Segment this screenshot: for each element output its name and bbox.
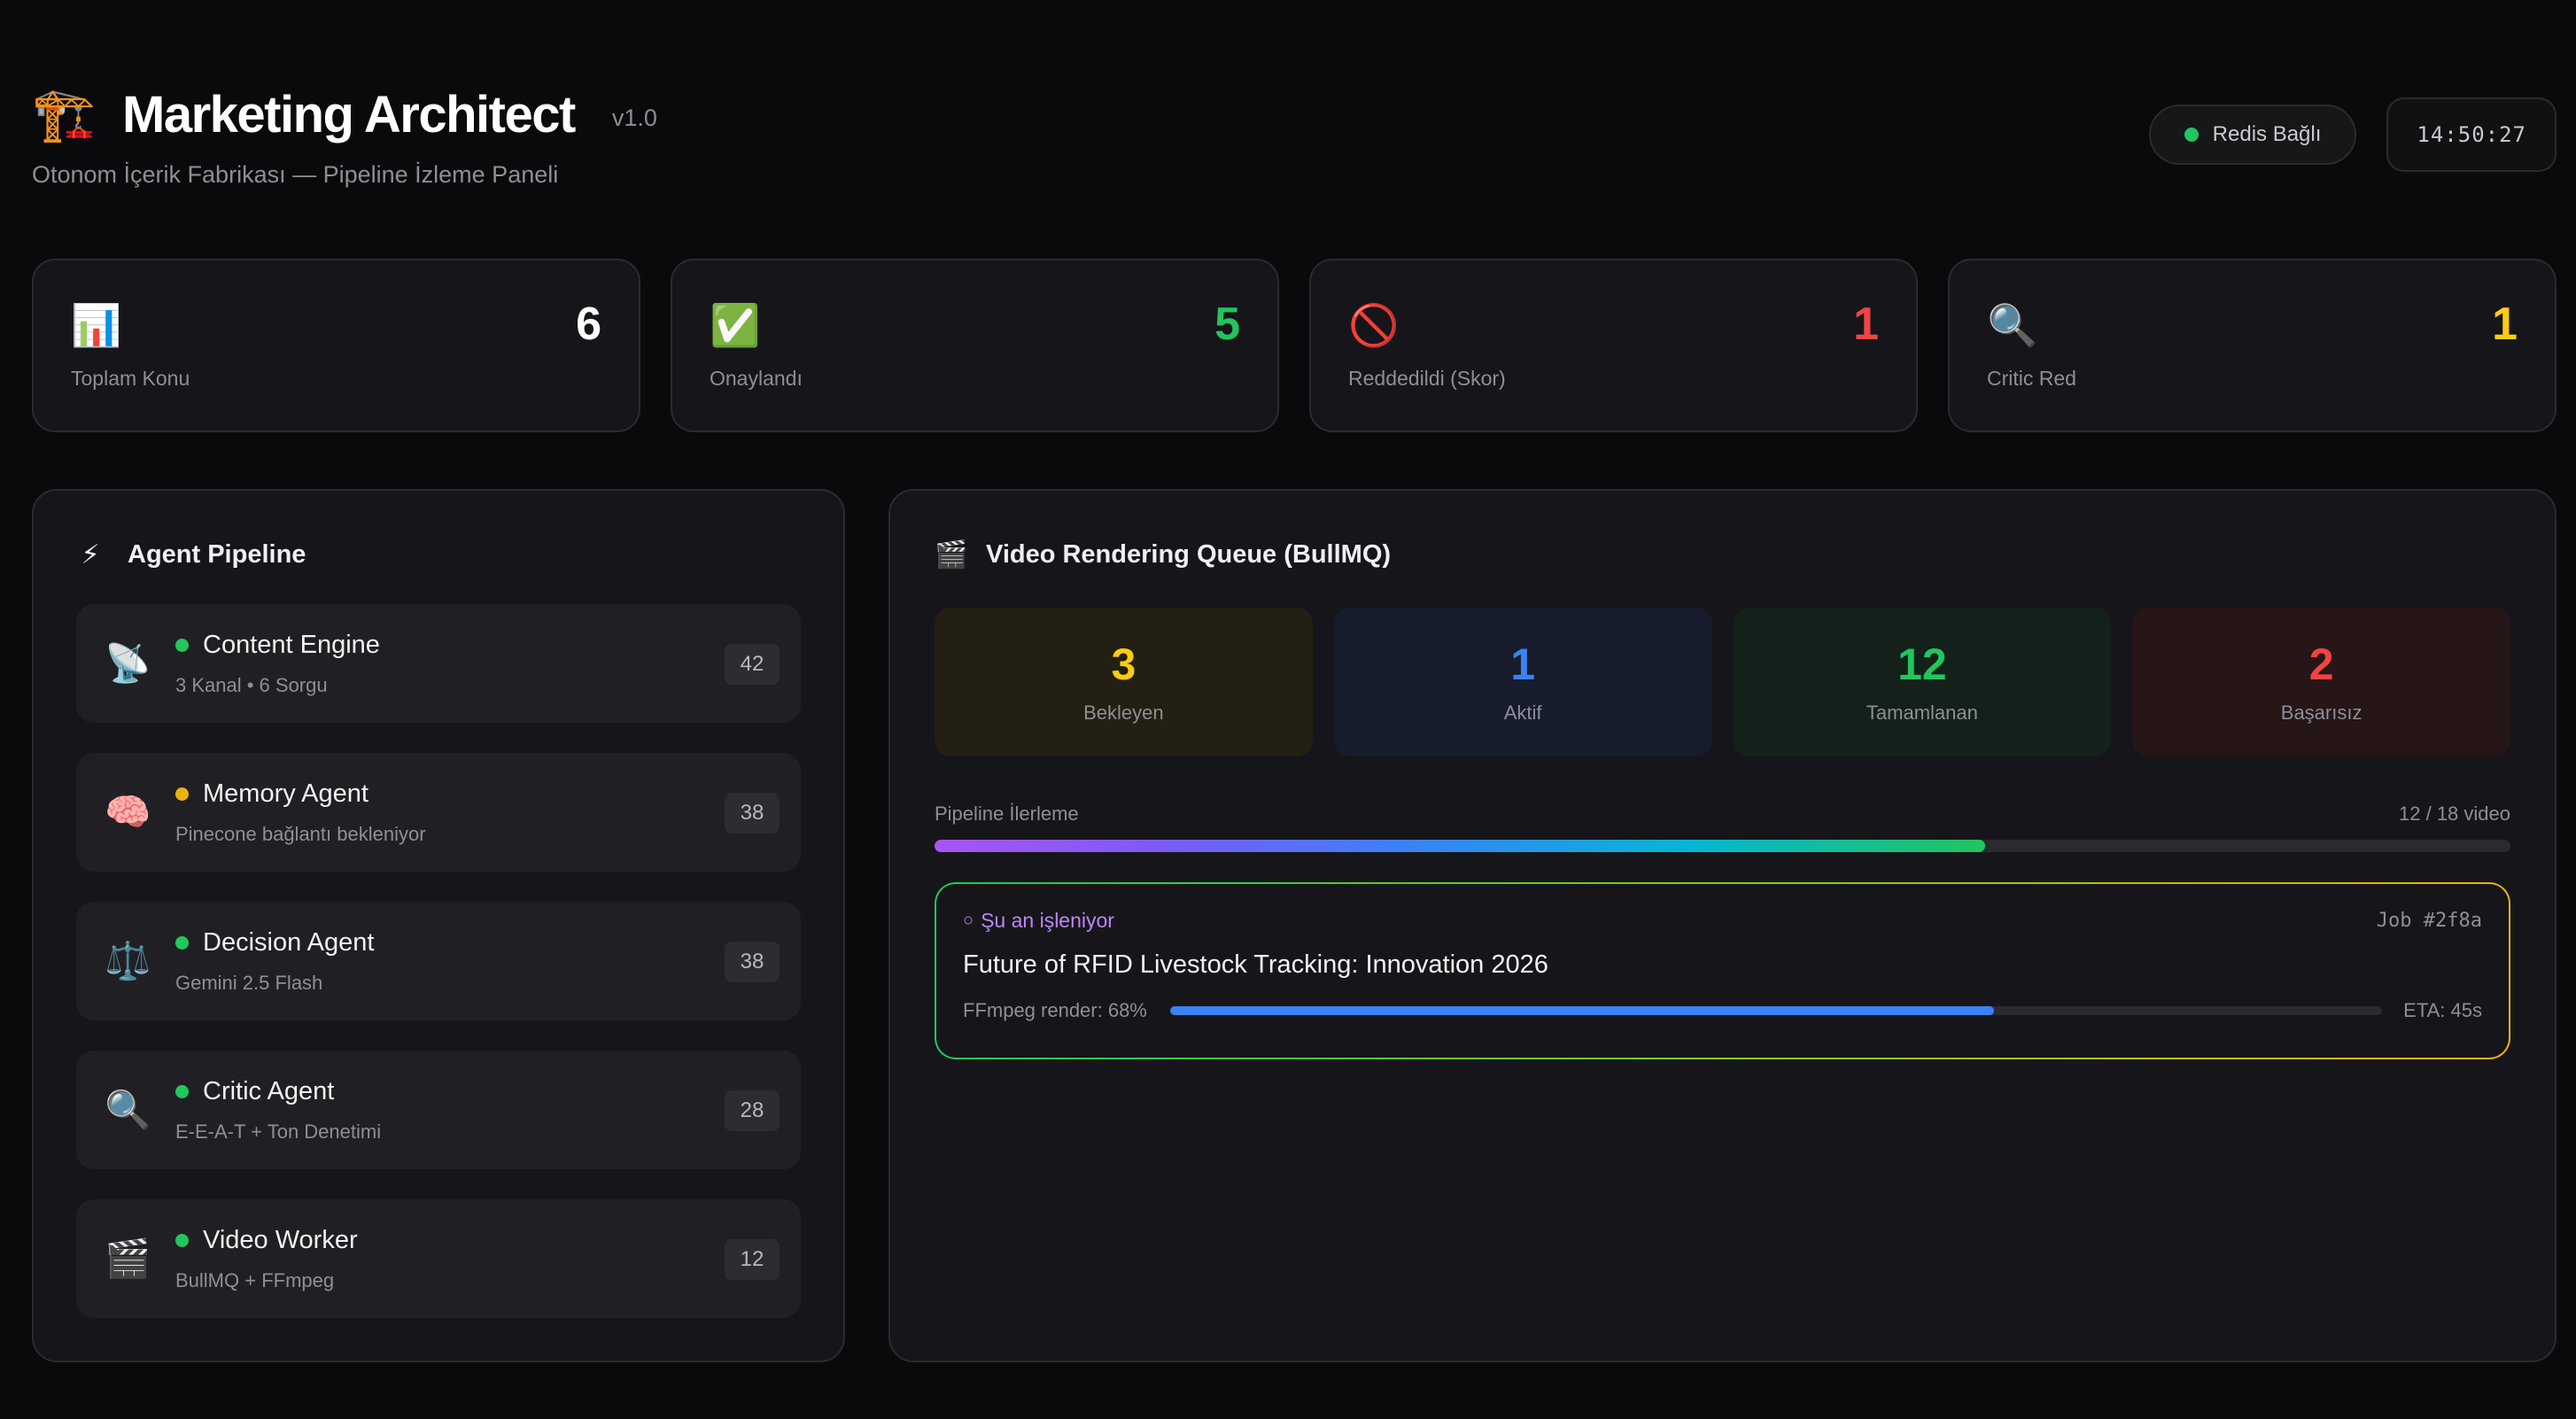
agent-item-critic-agent[interactable]: 🔍 Critic Agent E-E-A-T + Ton Denetimi 28 (76, 1051, 801, 1169)
queue-stats: 3 Bekleyen 1 Aktif 12 Tamamlanan 2 Başar… (935, 608, 2510, 756)
redis-status-badge: Redis Bağlı (2148, 105, 2357, 165)
stat-value: 5 (1214, 299, 1240, 350)
clapper-icon: 🎬 (105, 1237, 151, 1279)
agent-status-dot (175, 1084, 189, 1098)
current-job-card[interactable]: ○ Şu an işleniyor Job #2f8a Future of RF… (935, 882, 2510, 1059)
panel-title: ⚡ Agent Pipeline (76, 528, 801, 581)
check-icon: ✅ (710, 302, 761, 348)
pipeline-progress-bar (935, 840, 2510, 852)
spinner-icon: ○ (963, 911, 974, 930)
status-dot-icon (2184, 128, 2199, 142)
pipeline-progress-fill (935, 840, 1986, 852)
bar-chart-icon: 📊 (71, 302, 122, 348)
queue-box-failed: 2 Başarısız (2132, 608, 2510, 756)
agent-status-dot (175, 1233, 189, 1247)
stat-card-total: 📊 6 Toplam Konu (32, 259, 640, 432)
job-status: ○ Şu an işleniyor (963, 909, 1114, 933)
clapper-icon: 🎬 (935, 539, 968, 570)
stat-value: 1 (1853, 299, 1879, 350)
satellite-icon: 📡 (105, 641, 151, 684)
agent-item-memory-agent[interactable]: 🧠 Memory Agent Pinecone bağlantı bekleni… (76, 753, 801, 872)
agent-description: E-E-A-T + Ton Denetimi (175, 1120, 382, 1143)
queue-label: Başarısız (2280, 702, 2363, 724)
job-render-text: FFmpeg render: 68% (963, 999, 1147, 1021)
stat-card-rejected: 🚫 1 Reddedildi (Skor) (1309, 259, 1918, 432)
stat-value: 1 (2492, 299, 2518, 350)
header-status: Redis Bağlı 14:50:27 (2148, 97, 2557, 172)
queue-box-completed: 12 Tamamlanan (1733, 608, 2112, 756)
agent-description: Gemini 2.5 Flash (175, 971, 323, 994)
agent-status-dot (175, 935, 189, 950)
stat-card-approved: ✅ 5 Onaylandı (671, 259, 1279, 432)
magnifier-icon: 🔍 (105, 1088, 151, 1130)
queue-label: Bekleyen (1083, 702, 1164, 724)
agent-count-badge: 42 (725, 644, 780, 685)
agent-count-badge: 12 (725, 1239, 780, 1280)
pipeline-progress-label: Pipeline İlerleme (935, 803, 1079, 825)
queue-label: Tamamlanan (1866, 702, 1978, 724)
brain-icon: 🧠 (105, 790, 151, 833)
redis-status-text: Redis Bağlı (2212, 122, 2322, 146)
stats-row: 📊 6 Toplam Konu ✅ 5 Onaylandı 🚫 1 Redded… (32, 259, 2557, 432)
queue-count: 1 (1510, 640, 1536, 689)
agent-pipeline-title: Agent Pipeline (128, 539, 306, 569)
queue-label: Aktif (1503, 702, 1542, 724)
job-eta: ETA: 45s (2403, 999, 2482, 1021)
queue-box-active: 1 Aktif (1333, 608, 1712, 756)
magnifier-icon: 🔍 (1987, 302, 2038, 348)
stat-card-critic-red: 🔍 1 Critic Red (1948, 259, 2557, 432)
video-queue-panel: 🎬 Video Rendering Queue (BullMQ) 3 Bekle… (888, 489, 2557, 1362)
agent-name: Critic Agent (203, 1076, 335, 1105)
queue-count: 2 (2308, 640, 2334, 689)
construction-crane-icon: 🏗️ (32, 86, 97, 143)
clock: 14:50:27 (2386, 97, 2557, 172)
queue-count: 3 (1111, 640, 1137, 689)
agent-description: 3 Kanal • 6 Sorgu (175, 673, 328, 696)
panel-title: 🎬 Video Rendering Queue (BullMQ) (935, 528, 2510, 581)
agent-status-dot (175, 787, 189, 801)
job-progress-bar (1169, 1006, 2383, 1015)
scales-icon: ⚖️ (105, 939, 151, 981)
job-status-text: Şu an işleniyor (981, 909, 1114, 932)
agent-name: Content Engine (203, 630, 380, 659)
agent-count-badge: 28 (725, 1090, 780, 1131)
queue-box-waiting: 3 Bekleyen (935, 608, 1313, 756)
agent-name: Memory Agent (203, 779, 369, 808)
agent-count-badge: 38 (725, 793, 780, 834)
app-title: Marketing Architect (122, 86, 576, 143)
prohibited-icon: 🚫 (1348, 302, 1400, 348)
stat-label: Onaylandı (710, 367, 803, 390)
agent-description: Pinecone bağlantı bekleniyor (175, 822, 426, 845)
job-title: Future of RFID Livestock Tracking: Innov… (963, 950, 1548, 979)
agent-pipeline-panel: ⚡ Agent Pipeline 📡 Content Engine 3 Kana… (32, 489, 845, 1362)
agent-item-decision-agent[interactable]: ⚖️ Decision Agent Gemini 2.5 Flash 38 (76, 902, 801, 1020)
version-label: v1.0 (611, 104, 657, 131)
job-id: Job #2f8a (2376, 910, 2482, 932)
agent-item-content-engine[interactable]: 📡 Content Engine 3 Kanal • 6 Sorgu 42 (76, 604, 801, 723)
stat-label: Critic Red (1987, 367, 2076, 390)
pipeline-progress-header: Pipeline İlerleme 12 / 18 video (935, 803, 2510, 826)
agent-status-dot (175, 638, 189, 652)
agent-name: Decision Agent (203, 927, 375, 957)
header: 🏗️ Marketing Architect v1.0 Otonom İçeri… (32, 80, 2557, 195)
stat-value: 6 (576, 299, 601, 350)
agent-list: 📡 Content Engine 3 Kanal • 6 Sorgu 42 🧠 … (76, 604, 801, 1318)
agent-description: BullMQ + FFmpeg (175, 1268, 335, 1291)
agent-count-badge: 38 (725, 942, 780, 982)
lightning-icon: ⚡ (81, 539, 100, 570)
agent-item-video-worker[interactable]: 🎬 Video Worker BullMQ + FFmpeg 12 (76, 1199, 801, 1318)
job-progress-fill (1169, 1006, 1995, 1015)
queue-count: 12 (1897, 640, 1947, 689)
stat-label: Toplam Konu (71, 367, 190, 390)
agent-name: Video Worker (203, 1225, 358, 1254)
pipeline-progress-count: 12 / 18 video (2399, 803, 2510, 825)
video-queue-title: Video Rendering Queue (BullMQ) (986, 539, 1392, 569)
stat-label: Reddedildi (Skor) (1348, 367, 1506, 390)
